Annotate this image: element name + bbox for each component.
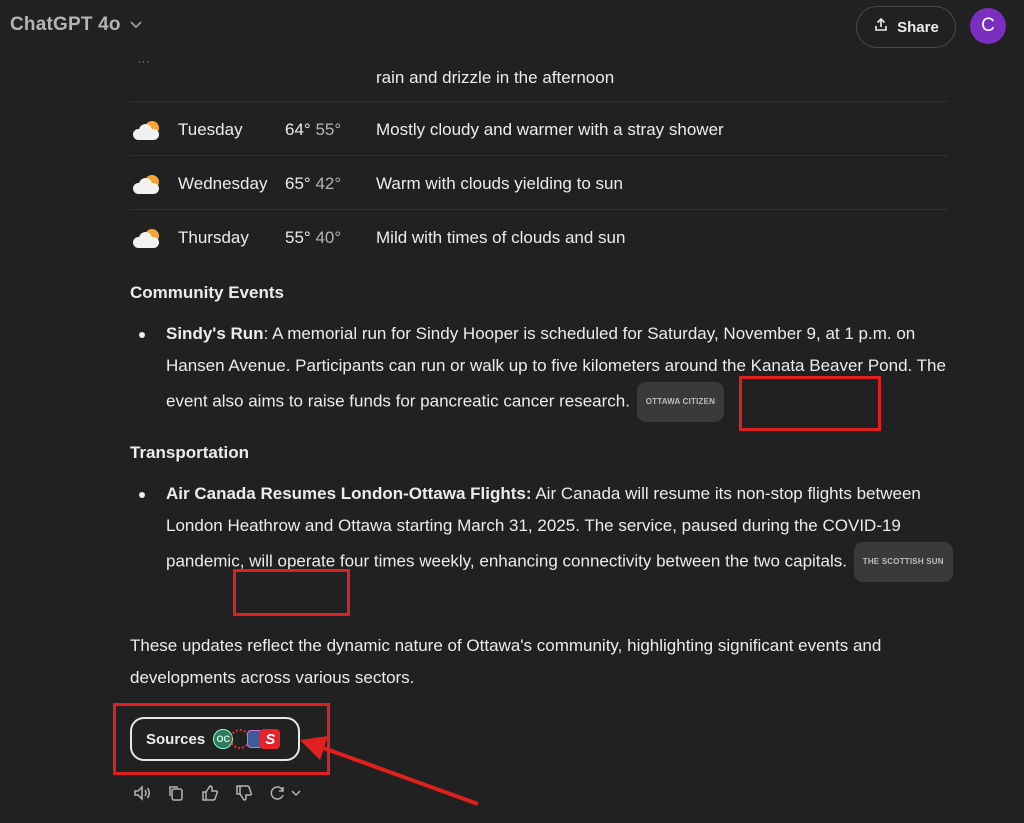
temp-high: 55°	[285, 228, 311, 247]
bullet-icon	[139, 492, 145, 498]
partly-cloudy-icon	[133, 120, 161, 142]
regenerate-icon[interactable]	[268, 783, 304, 803]
closing-paragraph: These updates reflect the dynamic nature…	[130, 636, 882, 687]
table-row: rain and drizzle in the afternoon	[130, 60, 948, 102]
read-aloud-icon[interactable]	[132, 783, 154, 803]
weather-description: Mostly cloudy and warmer with a stray sh…	[376, 120, 724, 139]
annotation-box	[739, 376, 881, 431]
community-heading: Community Events	[130, 283, 284, 302]
sources-button[interactable]: Sources OC S	[130, 717, 300, 761]
weather-description: Warm with clouds yielding to sun	[376, 174, 623, 193]
weather-temps: 55° 40°	[285, 228, 341, 248]
citation-ottawa-citizen[interactable]: OTTAWA CITIZEN	[636, 382, 725, 422]
share-icon	[873, 17, 889, 37]
weather-description: rain and drizzle in the afternoon	[376, 68, 615, 87]
thumbs-down-icon[interactable]	[234, 783, 256, 803]
sources-label: Sources	[146, 730, 206, 748]
partly-cloudy-icon	[133, 228, 161, 250]
item-title: Air Canada Resumes London-Ottawa Flights…	[166, 484, 532, 503]
message-actions	[132, 783, 304, 803]
annotation-arrow	[300, 736, 479, 806]
table-row: Wednesday 65° 42° Warm with clouds yield…	[130, 156, 948, 210]
table-row: Tuesday 64° 55° Mostly cloudy and warmer…	[130, 102, 948, 156]
weather-temps: 64° 55°	[285, 120, 341, 140]
temp-high: 65°	[285, 174, 311, 193]
chevron-down-icon	[129, 17, 143, 33]
scottish-sun-icon: S	[260, 729, 281, 749]
model-label: ChatGPT 4o	[10, 14, 121, 35]
annotation-box	[233, 569, 350, 616]
weather-day: Wednesday	[178, 174, 268, 193]
bullet-icon	[139, 332, 145, 338]
copy-icon[interactable]	[166, 783, 188, 803]
source-favicons: OC S	[213, 729, 281, 749]
temp-low: 55°	[315, 120, 342, 139]
weather-description: Mild with times of clouds and sun	[376, 228, 626, 247]
partly-cloudy-icon	[133, 174, 161, 196]
table-row: Thursday 55° 40° Mild with times of clou…	[130, 210, 948, 264]
thumbs-up-icon[interactable]	[200, 783, 222, 803]
share-label: Share	[897, 18, 939, 36]
model-selector[interactable]: ChatGPT 4o	[10, 14, 143, 36]
weather-day: Tuesday	[178, 120, 243, 139]
item-title: Sindy's Run	[166, 324, 264, 343]
avatar[interactable]: C	[970, 8, 1006, 44]
transportation-heading: Transportation	[130, 443, 250, 462]
temp-high: 64°	[285, 120, 311, 139]
weather-temps: 65° 42°	[285, 174, 341, 194]
transportation-item: Air Canada Resumes London-Ottawa Flights…	[166, 478, 956, 582]
top-bar: ChatGPT 4o Share C	[0, 0, 1024, 56]
share-button[interactable]: Share	[856, 6, 956, 48]
weather-table: rain and drizzle in the afternoon Tuesda…	[130, 60, 948, 264]
temp-low: 40°	[315, 228, 342, 247]
temp-low: 42°	[315, 174, 342, 193]
citation-scottish-sun[interactable]: THE SCOTTISH SUN	[853, 542, 953, 582]
weather-day: Thursday	[178, 228, 249, 247]
